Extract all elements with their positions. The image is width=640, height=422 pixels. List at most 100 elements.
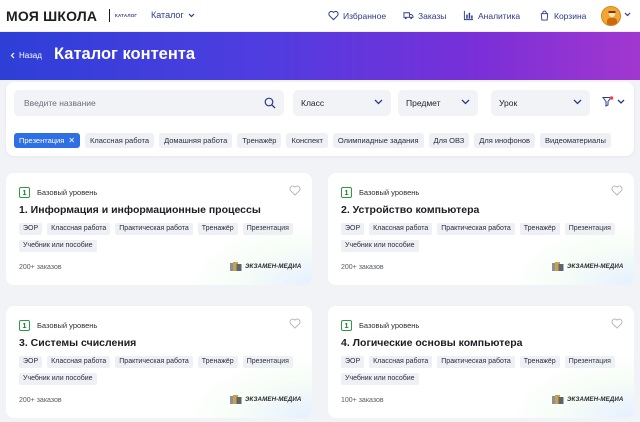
level-badge: 1 [341,320,352,331]
truck-icon [403,12,414,20]
level-label: Базовый уровень [359,188,420,197]
page-title: Каталог контента [54,45,196,63]
filter-panel: Класс Предмет Урок Презентация✕ Классная … [6,82,634,156]
search-box [14,90,284,116]
books-icon [552,395,564,404]
publisher-name: ЭКЗАМЕН-МЕДИА [245,263,302,270]
heart-icon[interactable] [611,185,623,196]
filter-chip-label: Видеоматериалы [545,136,606,145]
tag-list: ЭОР Классная работа Практическая работа Тре… [341,223,631,252]
card-title[interactable]: 4. Логические основы компьютера [341,337,523,349]
chevron-down-icon[interactable] [624,12,631,17]
content-card[interactable]: 1 Базовый уровень 1. Информация и информ… [6,173,312,285]
nav-orders-label: Заказы [418,10,447,21]
filter-chip-label: Презентация [19,136,65,145]
back-link[interactable]: Назад [10,51,42,60]
heart-icon[interactable] [289,185,301,196]
level-badge: 1 [19,187,30,198]
brand-subtitle: КАТАЛОГ [115,13,138,18]
nav-analytics[interactable]: Аналитика [463,10,520,21]
publisher-logo: ЭКЗАМЕН-МЕДИА [229,394,301,405]
tag: Практическая работа [115,356,193,368]
tag: Классная работа [369,223,433,235]
tag: Учебник или пособие [19,240,97,252]
nav-orders[interactable]: Заказы [403,10,446,21]
search-icon[interactable] [264,97,276,109]
level-badge: 1 [341,187,352,198]
advanced-filter-button[interactable] [602,96,625,107]
books-icon [230,262,242,271]
user-avatar[interactable] [601,6,621,26]
tag: Презентация [242,223,293,235]
filter-chip[interactable]: Домашняя работа [159,133,233,148]
filter-chip-label: Конспект [291,136,323,145]
lesson-select-label: Урок [499,98,518,108]
orders-count: 200+ заказов [341,264,384,271]
filter-chip[interactable]: Конспект [286,133,328,148]
close-icon[interactable]: ✕ [68,133,75,148]
orders-count: 200+ заказов [19,264,62,271]
filter-chip-label: Для инофонов [479,136,530,145]
tag: Презентация [564,223,615,235]
filter-chip[interactable]: Классная работа [85,133,155,148]
lesson-select[interactable]: Урок [491,90,590,116]
filter-chip[interactable]: Для ОВЗ [428,133,470,148]
chevron-down-icon [188,13,195,17]
filter-chip[interactable]: Видеоматериалы [540,133,611,148]
tag-list: ЭОР Классная работа Практическая работа Тре… [19,356,309,385]
nav-favorites[interactable]: Избранное [328,10,386,21]
tag-list: ЭОР Классная работа Практическая работа Тре… [341,356,631,385]
heart-icon[interactable] [611,318,623,329]
content-card[interactable]: 1 Базовый уровень 3. Системы счисления Э… [6,306,312,418]
level-label: Базовый уровень [359,321,420,330]
search-input[interactable] [14,98,254,108]
publisher-logo: ЭКЗАМЕН-МЕДИА [551,394,623,405]
orders-count: 100+ заказов [341,397,384,404]
nav-analytics-label: Аналитика [478,10,521,21]
chevron-left-icon [10,52,15,59]
class-select[interactable]: Класс [293,90,391,116]
card-title[interactable]: 3. Системы счисления [19,337,136,349]
nav-favorites-label: Избранное [343,10,387,21]
publisher-logo: ЭКЗАМЕН-МЕДИА [551,261,623,272]
top-navigation: МОЯ ШКОЛА КАТАЛОГ Каталог Избранное Зака… [0,0,640,32]
content-type-chips: Презентация ✕ Классная работа Домашняя рабо… [14,133,630,148]
level-label: Базовый уровень [37,188,98,197]
heart-icon [328,10,339,21]
class-select-label: Класс [301,98,325,108]
nav-cart[interactable]: Корзина [539,10,586,21]
tag: Тренажёр [197,223,238,235]
filter-chip-label: Классная работа [90,136,150,145]
tag: Классная работа [369,356,433,368]
filter-chip[interactable]: Тренажёр [237,133,282,148]
chevron-down-icon [617,99,625,104]
filter-chip[interactable]: Для инофонов [474,133,535,148]
heart-icon[interactable] [289,318,301,329]
filter-chip-label: Домашняя работа [164,136,228,145]
filter-chip[interactable]: Презентация ✕ [14,133,81,148]
tag: Практическая работа [437,356,515,368]
catalog-menu[interactable]: Каталог [151,10,195,20]
tag: ЭОР [341,223,365,235]
books-icon [230,395,242,404]
tag: Тренажёр [519,356,560,368]
card-title[interactable]: 2. Устройство компьютера [341,204,479,216]
chevron-down-icon [374,99,383,105]
bag-icon [540,10,549,21]
brand-divider [109,9,110,22]
chevron-down-icon [573,99,582,105]
tag: ЭОР [19,356,43,368]
tag: Практическая работа [437,223,515,235]
card-title[interactable]: 1. Информация и информационные процессы [19,204,261,216]
content-card[interactable]: 1 Базовый уровень 2. Устройство компьюте… [328,173,634,285]
brand-logo[interactable]: МОЯ ШКОЛА [6,8,97,24]
subject-select[interactable]: Предмет [398,90,478,116]
filter-chip-label: Олимпиадные задания [337,136,419,145]
filter-chip-label: Тренажёр [242,136,277,145]
subject-select-label: Предмет [406,98,441,108]
nav-cart-label: Корзина [554,10,587,21]
tag: Учебник или пособие [341,373,419,385]
filter-chip[interactable]: Олимпиадные задания [332,133,424,148]
content-card[interactable]: 1 Базовый уровень 4. Логические основы к… [328,306,634,418]
publisher-name: ЭКЗАМЕН-МЕДИА [567,263,624,270]
